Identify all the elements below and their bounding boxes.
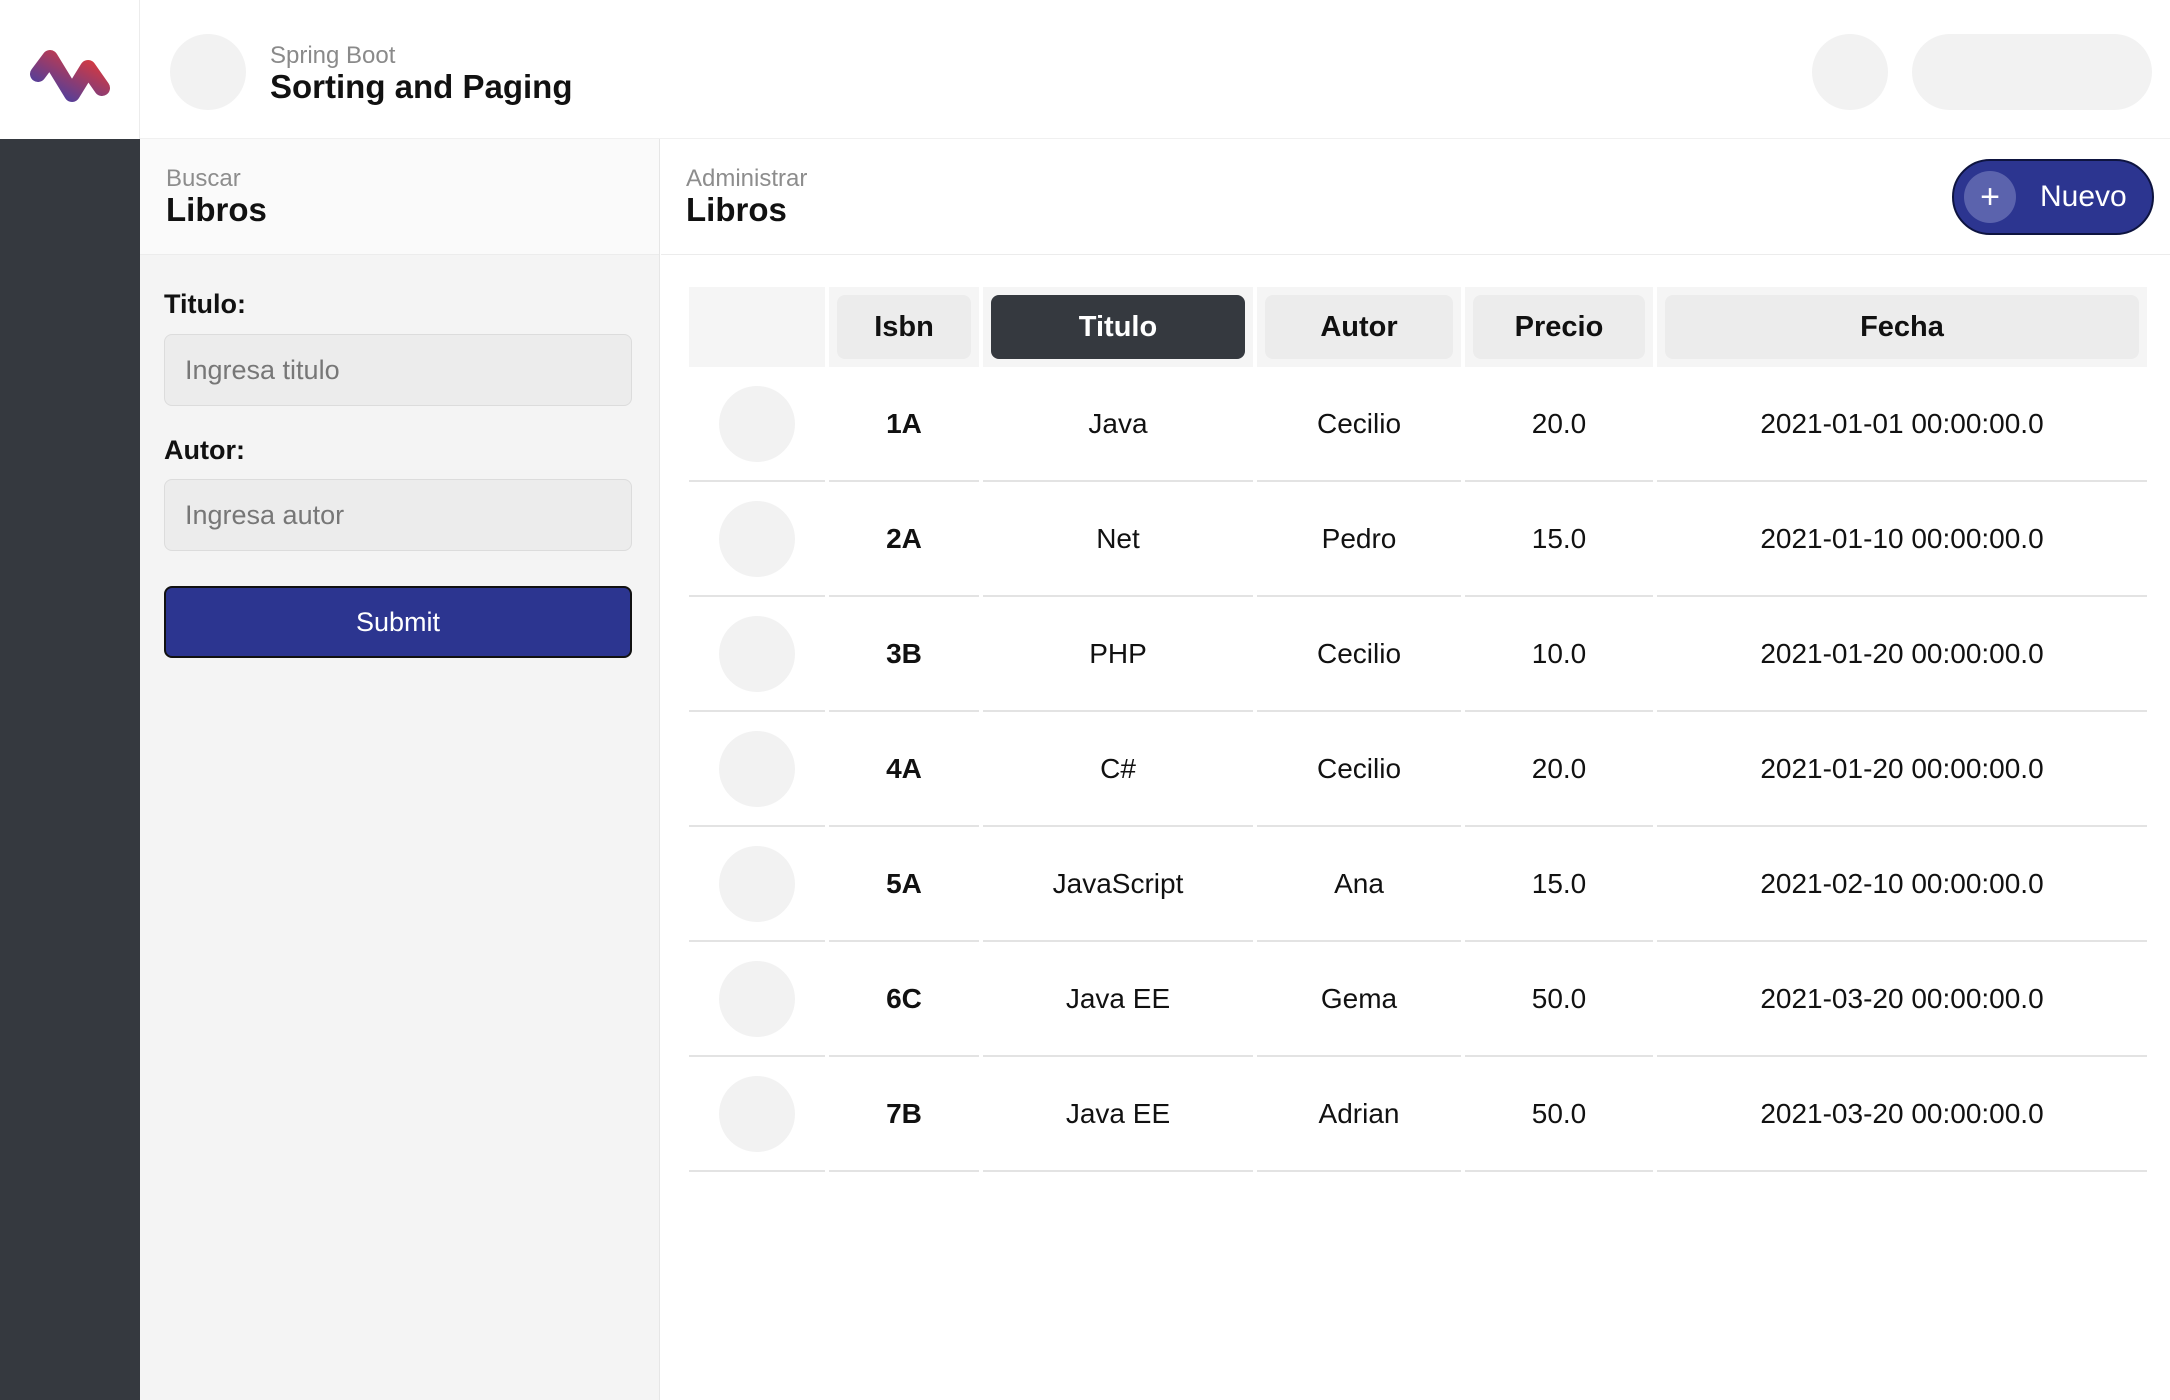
column-header-isbn[interactable]: Isbn bbox=[829, 287, 979, 367]
fecha-cell: 2021-01-20 00:00:00.0 bbox=[1657, 597, 2147, 712]
isbn-cell: 7B bbox=[829, 1057, 979, 1172]
fecha-cell: 2021-01-20 00:00:00.0 bbox=[1657, 712, 2147, 827]
app-logo-icon bbox=[30, 50, 110, 102]
top-bar: Spring Boot Sorting and Paging bbox=[0, 0, 2170, 139]
search-panel-subtitle: Buscar bbox=[166, 165, 241, 192]
table-row[interactable]: 1A Java Cecilio 20.0 2021-01-01 00:00:00… bbox=[689, 367, 2147, 482]
logo[interactable] bbox=[0, 0, 140, 139]
column-header-titulo[interactable]: Titulo bbox=[983, 287, 1253, 367]
avatar bbox=[719, 385, 795, 462]
main-title: Libros bbox=[686, 191, 787, 228]
isbn-cell: 6C bbox=[829, 942, 979, 1057]
avatar bbox=[719, 960, 795, 1037]
isbn-cell: 2A bbox=[829, 482, 979, 597]
table-row[interactable]: 4A C# Cecilio 20.0 2021-01-20 00:00:00.0 bbox=[689, 712, 2147, 827]
plus-icon: + bbox=[1964, 171, 2016, 223]
titulo-cell: Java EE bbox=[983, 1057, 1253, 1172]
search-panel-title: Libros bbox=[166, 191, 267, 228]
app-subtitle: Spring Boot bbox=[270, 42, 396, 69]
search-panel-header: Buscar Libros bbox=[140, 139, 659, 255]
fecha-cell: 2021-02-10 00:00:00.0 bbox=[1657, 827, 2147, 942]
precio-cell: 50.0 bbox=[1465, 942, 1653, 1057]
titulo-cell: Java EE bbox=[983, 942, 1253, 1057]
app-avatar bbox=[170, 34, 246, 110]
row-avatar-cell bbox=[689, 942, 825, 1057]
isbn-cell: 4A bbox=[829, 712, 979, 827]
precio-cell: 50.0 bbox=[1465, 1057, 1653, 1172]
precio-cell: 15.0 bbox=[1465, 482, 1653, 597]
fecha-cell: 2021-01-01 00:00:00.0 bbox=[1657, 367, 2147, 482]
fecha-cell: 2021-03-20 00:00:00.0 bbox=[1657, 942, 2147, 1057]
autor-label: Autor: bbox=[164, 435, 245, 465]
autor-cell: Cecilio bbox=[1257, 367, 1461, 482]
new-button-label: Nuevo bbox=[2040, 180, 2127, 213]
autor-input[interactable] bbox=[164, 479, 632, 551]
books-table: Isbn Titulo Autor Precio Fecha 1A Java C… bbox=[685, 287, 2151, 1172]
table-row[interactable]: 3B PHP Cecilio 10.0 2021-01-20 00:00:00.… bbox=[689, 597, 2147, 712]
isbn-cell: 3B bbox=[829, 597, 979, 712]
column-header-autor[interactable]: Autor bbox=[1257, 287, 1461, 367]
search-panel: Buscar Libros Titulo: Autor: Submit bbox=[140, 139, 660, 1400]
avatar bbox=[719, 730, 795, 807]
main-header: Administrar Libros + Nuevo bbox=[661, 139, 2170, 255]
avatar bbox=[719, 1075, 795, 1152]
precio-cell: 15.0 bbox=[1465, 827, 1653, 942]
titulo-cell: JavaScript bbox=[983, 827, 1253, 942]
row-avatar-cell bbox=[689, 1057, 825, 1172]
avatar bbox=[719, 845, 795, 922]
table-row[interactable]: 7B Java EE Adrian 50.0 2021-03-20 00:00:… bbox=[689, 1057, 2147, 1172]
table-row[interactable]: 6C Java EE Gema 50.0 2021-03-20 00:00:00… bbox=[689, 942, 2147, 1057]
fecha-cell: 2021-03-20 00:00:00.0 bbox=[1657, 1057, 2147, 1172]
main-subtitle: Administrar bbox=[686, 165, 808, 192]
table-row[interactable]: 5A JavaScript Ana 15.0 2021-02-10 00:00:… bbox=[689, 827, 2147, 942]
user-menu[interactable] bbox=[1912, 34, 2152, 110]
row-avatar-cell bbox=[689, 597, 825, 712]
titulo-label: Titulo: bbox=[164, 289, 246, 319]
titulo-cell: C# bbox=[983, 712, 1253, 827]
titulo-input[interactable] bbox=[164, 334, 632, 406]
new-button[interactable]: + Nuevo bbox=[1952, 159, 2154, 235]
autor-cell: Cecilio bbox=[1257, 712, 1461, 827]
column-header-precio[interactable]: Precio bbox=[1465, 287, 1653, 367]
precio-cell: 10.0 bbox=[1465, 597, 1653, 712]
row-avatar-cell bbox=[689, 367, 825, 482]
autor-cell: Adrian bbox=[1257, 1057, 1461, 1172]
isbn-cell: 5A bbox=[829, 827, 979, 942]
avatar bbox=[719, 500, 795, 577]
fecha-cell: 2021-01-10 00:00:00.0 bbox=[1657, 482, 2147, 597]
titulo-cell: PHP bbox=[983, 597, 1253, 712]
precio-cell: 20.0 bbox=[1465, 367, 1653, 482]
app-title: Sorting and Paging bbox=[270, 68, 573, 105]
autor-cell: Pedro bbox=[1257, 482, 1461, 597]
user-avatar[interactable] bbox=[1812, 34, 1888, 110]
table-row[interactable]: 2A Net Pedro 15.0 2021-01-10 00:00:00.0 bbox=[689, 482, 2147, 597]
titulo-cell: Java bbox=[983, 367, 1253, 482]
autor-cell: Ana bbox=[1257, 827, 1461, 942]
books-table-container: Isbn Titulo Autor Precio Fecha 1A Java C… bbox=[687, 287, 2147, 1172]
table-header-row: Isbn Titulo Autor Precio Fecha bbox=[689, 287, 2147, 367]
avatar-column-header bbox=[689, 287, 825, 367]
row-avatar-cell bbox=[689, 712, 825, 827]
avatar bbox=[719, 615, 795, 692]
sidebar-nav bbox=[0, 139, 140, 1400]
autor-cell: Cecilio bbox=[1257, 597, 1461, 712]
autor-cell: Gema bbox=[1257, 942, 1461, 1057]
column-header-fecha[interactable]: Fecha bbox=[1657, 287, 2147, 367]
isbn-cell: 1A bbox=[829, 367, 979, 482]
precio-cell: 20.0 bbox=[1465, 712, 1653, 827]
row-avatar-cell bbox=[689, 482, 825, 597]
row-avatar-cell bbox=[689, 827, 825, 942]
titulo-cell: Net bbox=[983, 482, 1253, 597]
submit-button[interactable]: Submit bbox=[164, 586, 632, 658]
